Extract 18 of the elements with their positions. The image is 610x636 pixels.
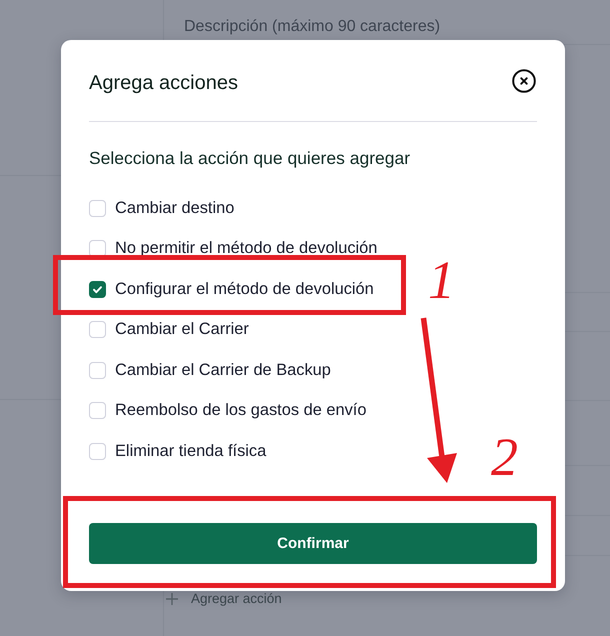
close-icon	[512, 68, 536, 92]
dialog-title: Agrega acciones	[89, 70, 238, 96]
option-label[interactable]: Reembolso de los gastos de envío	[115, 400, 366, 422]
option-label[interactable]: Configurar el método de devolución	[115, 278, 374, 300]
option-label[interactable]: No permitir el método de devolución	[115, 238, 378, 260]
option-label[interactable]: Cambiar destino	[115, 198, 234, 219]
check-icon	[93, 286, 102, 293]
step-number: 2	[491, 434, 518, 480]
close-button[interactable]	[512, 68, 536, 92]
option-label[interactable]: Eliminar tienda física	[115, 440, 266, 462]
checkbox[interactable]	[89, 280, 106, 298]
step-number: 1	[428, 257, 455, 303]
option-label[interactable]: Cambiar el Carrier de Backup	[115, 360, 331, 381]
option-label[interactable]: Cambiar el Carrier	[115, 319, 249, 340]
field-label: Descripción (máximo 90 caracteres)	[184, 18, 440, 35]
prompt-text: Selecciona la acción que quieres agregar	[89, 147, 412, 170]
confirm-button[interactable]: Confirmar	[89, 522, 537, 564]
plus-icon	[166, 593, 178, 605]
